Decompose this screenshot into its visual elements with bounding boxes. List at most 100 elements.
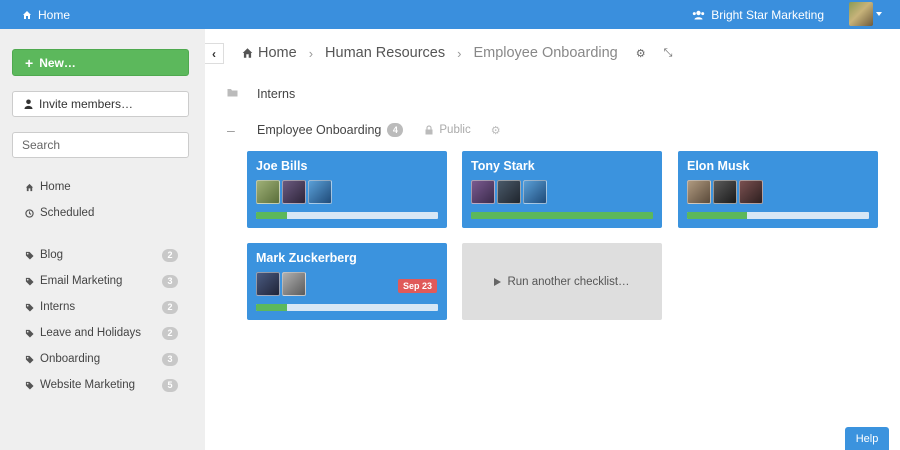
avatar [256,272,280,296]
sidebar-item-email-marketing[interactable]: Email Marketing 3 [24,268,184,294]
top-bar: Home Bright Star Marketing [0,0,900,29]
group-label: Interns [257,87,296,101]
sidebar-item-onboarding[interactable]: Onboarding 3 [24,346,184,372]
collapse-sidebar-button[interactable]: ‹ [205,43,224,64]
count-badge: 3 [162,352,178,366]
sidebar-item-blog[interactable]: Blog 2 [24,242,184,268]
group-employee-onboarding[interactable]: – Employee Onboarding 4 Public ⚙ [227,122,501,138]
tag-icon [24,303,34,312]
sidebar-item-website-marketing[interactable]: Website Marketing 5 [24,372,184,398]
breadcrumb-current: Employee Onboarding [473,45,618,61]
chevron-down-icon [876,12,882,16]
play-icon [494,277,502,286]
progress-bar [471,212,653,219]
plus-icon: + [25,54,34,71]
card-name: Mark Zuckerberg [256,251,357,265]
home-icon [23,11,31,19]
count-badge: 5 [162,378,178,392]
compress-icon[interactable]: ⤡ [664,47,673,60]
org-switcher[interactable]: Bright Star Marketing [692,8,824,22]
sidebar-item-home[interactable]: Home [24,174,184,200]
tag-icon [24,251,34,260]
tag-icon [24,355,34,364]
sidebar-item-label: Onboarding [40,353,101,365]
help-label: Help [855,432,879,445]
run-another-checklist-button[interactable]: Run another checklist… [462,243,662,320]
avatar [739,180,763,204]
run-another-label: Run another checklist… [507,275,630,288]
gear-icon[interactable]: ⚙ [491,124,501,137]
invite-members-button[interactable]: Invite members… [12,91,189,117]
sidebar-item-scheduled[interactable]: Scheduled [24,200,184,226]
folder-icon [227,88,238,100]
new-button[interactable]: + New… [12,49,189,76]
progress-fill [471,212,653,219]
tag-icon [24,329,34,338]
progress-bar [687,212,869,219]
sidebar-item-label: Blog [40,249,64,261]
primary-nav: Home Scheduled [24,174,184,226]
group-interns[interactable]: Interns [227,87,295,101]
clock-icon [24,208,34,218]
visibility-label: Public [439,124,471,136]
topbar-home-label: Home [38,8,71,22]
avatar [713,180,737,204]
avatar [282,180,306,204]
card-name: Elon Musk [687,159,750,173]
topbar-home-link[interactable]: Home [22,8,70,22]
sidebar-item-label: Scheduled [40,207,95,219]
avatar [471,180,495,204]
progress-bar [256,304,438,311]
progress-fill [256,212,287,219]
user-menu[interactable] [849,2,882,26]
home-icon [24,183,34,192]
sidebar-item-leave-and-holidays[interactable]: Leave and Holidays 2 [24,320,184,346]
org-name: Bright Star Marketing [711,8,824,22]
count-badge: 3 [162,274,178,288]
progress-bar [256,212,438,219]
gear-icon[interactable]: ⚙ [636,47,646,60]
breadcrumb: Home › Human Resources › Employee Onboar… [241,45,672,61]
due-date-badge: Sep 23 [397,279,437,293]
avatar [523,180,547,204]
tag-icon [24,277,34,286]
sidebar-item-label: Home [40,181,71,193]
breadcrumb-section[interactable]: Human Resources [325,45,445,61]
user-icon [24,99,33,109]
assignee-avatars [687,180,763,204]
invite-members-label: Invite members… [39,97,134,111]
breadcrumb-home[interactable]: Home [258,45,297,61]
visibility-indicator[interactable]: Public [425,124,471,136]
avatar [497,180,521,204]
users-icon [693,10,705,20]
checklist-card[interactable]: Elon Musk [678,151,878,228]
lock-icon [425,125,433,135]
checklist-card[interactable]: Tony Stark [462,151,662,228]
checklist-card[interactable]: Joe Bills [247,151,447,228]
count-badge: 2 [162,248,178,262]
home-icon [242,48,253,58]
help-button[interactable]: Help [845,427,889,450]
chevron-right-icon: › [308,45,314,61]
sidebar: + New… Invite members… Home Scheduled Bl… [0,29,205,450]
sidebar-item-label: Interns [40,301,76,313]
new-button-label: New… [39,55,76,70]
assignee-avatars [256,272,306,296]
progress-fill [256,304,287,311]
tag-nav: Blog 2 Email Marketing 3 Interns 2 Leave… [24,242,184,398]
assignee-avatars [256,180,332,204]
search-input[interactable] [12,132,189,158]
minus-icon[interactable]: – [227,122,237,138]
progress-fill [687,212,748,219]
count-badge: 2 [162,300,178,314]
chevron-left-icon: ‹ [212,46,216,61]
card-name: Tony Stark [471,159,535,173]
count-badge: 4 [387,123,404,137]
checklist-card[interactable]: Mark Zuckerberg Sep 23 [247,243,447,320]
user-avatar[interactable] [849,2,873,26]
avatar [308,180,332,204]
sidebar-item-interns[interactable]: Interns 2 [24,294,184,320]
sidebar-item-label: Leave and Holidays [40,327,142,339]
group-label: Employee Onboarding [257,123,382,137]
tag-icon [24,381,34,390]
